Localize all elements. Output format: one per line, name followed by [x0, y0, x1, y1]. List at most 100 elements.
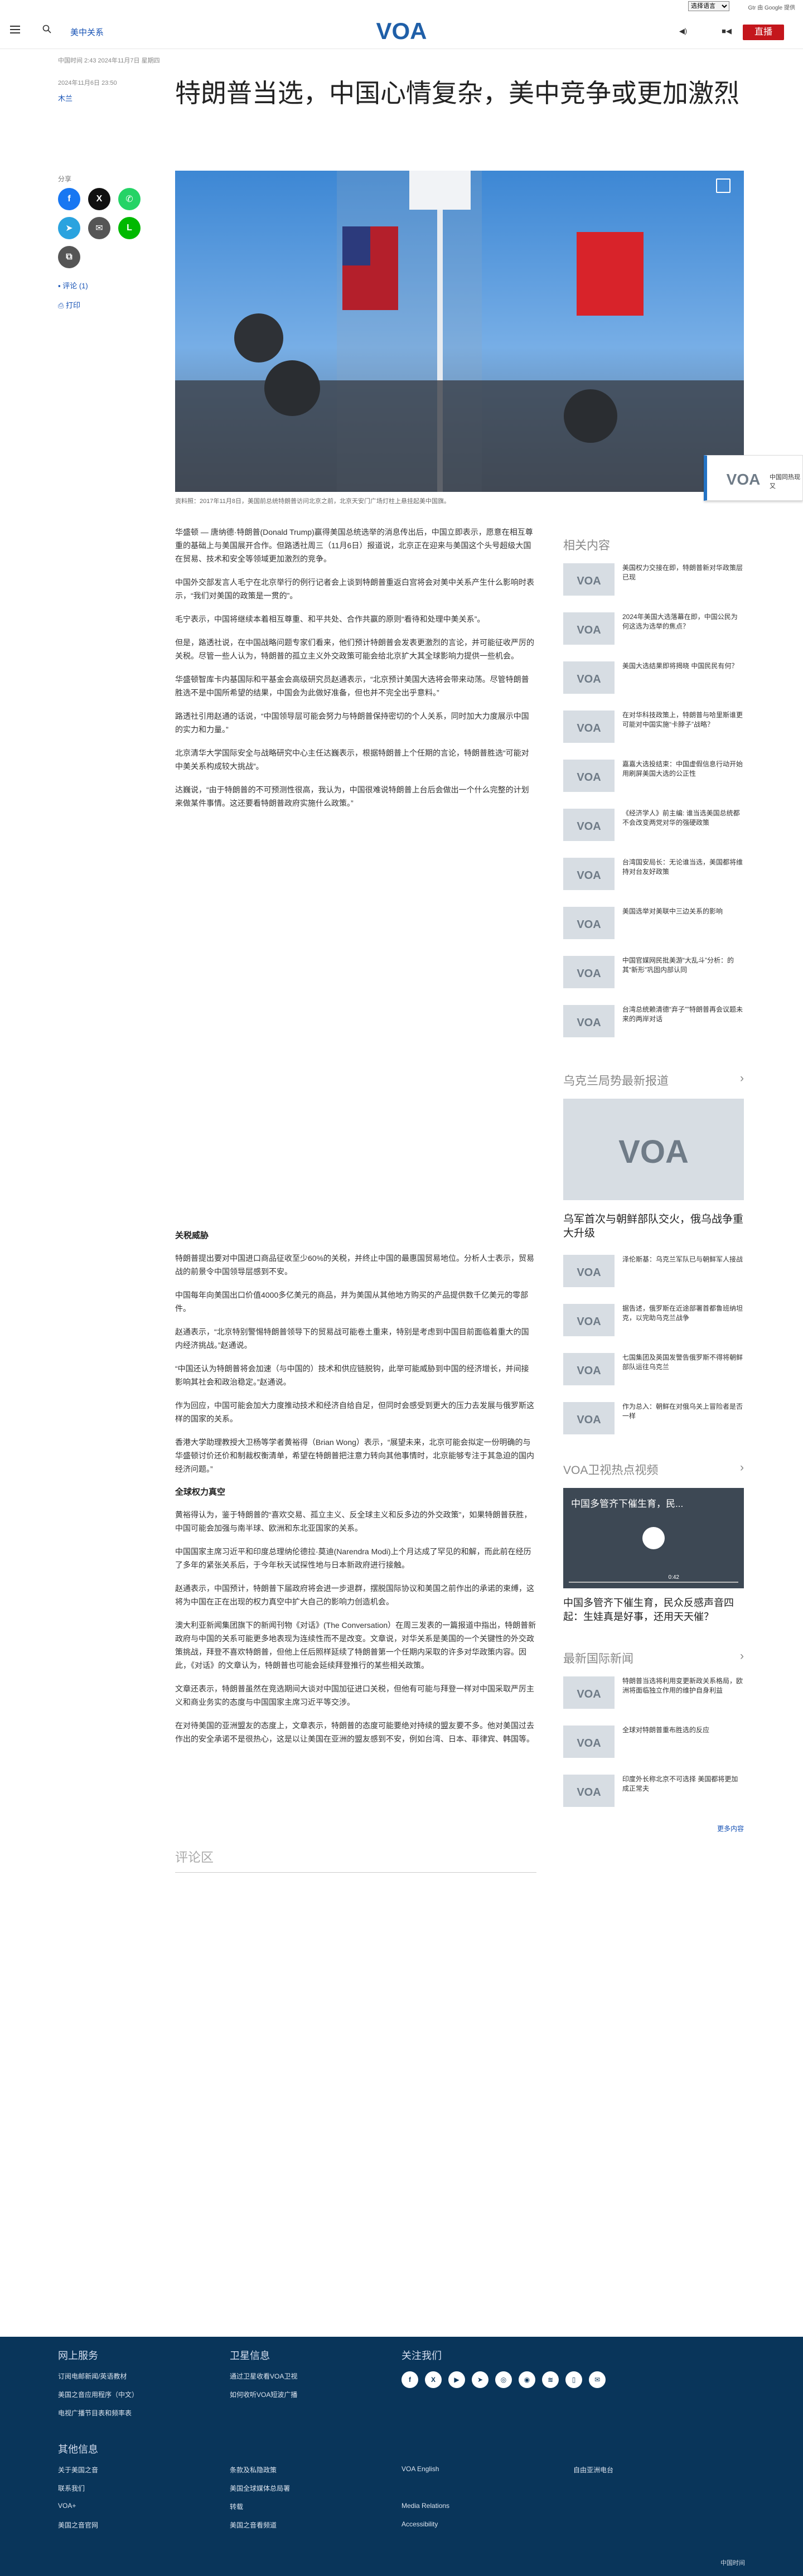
thumbnail[interactable]: VOA: [563, 760, 615, 792]
rail-list-item[interactable]: VOA 七国集团及英国发警告俄罗斯不得将朝鲜部队运往乌克兰: [563, 1353, 744, 1385]
whatsapp-icon[interactable]: ✆: [118, 188, 141, 210]
video-player[interactable]: 中国多管齐下催生育，民... 0:42: [563, 1488, 744, 1588]
rail-item-title[interactable]: 印度外长称北京不可选择 美国都将更加成正常夫: [622, 1775, 744, 1807]
rail-list-item[interactable]: VOA 《经济学人》前主编: 谁当选美国总统都不会改变两党对华的强硬政策: [563, 809, 744, 841]
rail-list-item[interactable]: VOA 作为总入：朝鲜在对俄乌关上冒险者是否一样: [563, 1402, 744, 1434]
footer-link[interactable]: 美国之音应用程序（中文）: [58, 2390, 138, 2399]
instagram-icon[interactable]: ◎: [495, 2371, 512, 2388]
section-link[interactable]: 美中关系: [70, 26, 104, 38]
rail-list-item[interactable]: VOA 全球对特朗普重布胜选的反应: [563, 1726, 744, 1758]
thumbnail[interactable]: VOA: [563, 1726, 615, 1758]
rail-list-item[interactable]: VOA 泽伦斯基：乌克兰军队已与朝鲜军人接战: [563, 1255, 744, 1287]
youtube-icon[interactable]: ▶: [448, 2371, 465, 2388]
facebook-icon[interactable]: f: [402, 2371, 418, 2388]
rail-item-title[interactable]: 美国权力交接在即，特朗普新对华政策层已现: [622, 563, 744, 596]
rail-item-title[interactable]: 据告述，俄罗斯在近途部署首都鲁班纳坦克，以完助乌克兰战争: [622, 1304, 744, 1336]
footer-link[interactable]: 联系我们: [58, 2483, 230, 2493]
footer-link[interactable]: VOA+: [58, 2502, 230, 2511]
x-twitter-icon[interactable]: X: [88, 188, 110, 210]
ukraine-big-thumb[interactable]: VOA: [563, 1099, 744, 1200]
footer-link[interactable]: VOA English: [402, 2465, 573, 2474]
live-button[interactable]: 直播: [743, 25, 784, 40]
rail-list-item[interactable]: VOA 2024年美国大选落幕在即，中国公民为何这选为选举的焦点？: [563, 612, 744, 645]
rail-item-title[interactable]: 作为总入：朝鲜在对俄乌关上冒险者是否一样: [622, 1402, 744, 1434]
rail-list-item[interactable]: VOA 嘉嘉大选投结束：中国虚假信息行动开始用刷屏美国大选的公正性: [563, 760, 744, 792]
podcast-icon[interactable]: ◉: [519, 2371, 535, 2388]
rail-item-title[interactable]: 泽伦斯基：乌克兰军队已与朝鲜军人接战: [622, 1255, 743, 1287]
footer-link[interactable]: 关于美国之音: [58, 2465, 230, 2474]
footer-link[interactable]: [573, 2483, 745, 2493]
thumbnail[interactable]: VOA: [563, 1255, 615, 1287]
rail-list-item[interactable]: VOA 台湾总统赖清德“弃子””特朗普再会议题未来的两岸对话: [563, 1005, 744, 1037]
thumbnail[interactable]: VOA: [563, 1005, 615, 1037]
voa-logo[interactable]: VOA: [373, 17, 430, 45]
thumbnail[interactable]: VOA: [563, 809, 615, 841]
footer-link[interactable]: 订阅电邮新闻/英语教材: [58, 2371, 138, 2381]
footer-link[interactable]: 通过卫星收看VOA卫视: [230, 2371, 297, 2381]
rail-item-title[interactable]: 台湾国安局长：无论谁当选，美国都将维持对台友好政策: [622, 858, 744, 890]
footer-link[interactable]: [573, 2520, 745, 2530]
rss-icon[interactable]: ≋: [542, 2371, 559, 2388]
rail-item-title[interactable]: 美国大选结果即将揭晓 中国民民有何？: [622, 661, 738, 694]
rail-list-item[interactable]: VOA 在对华科技政策上，特朗普与哈里斯谁更可能对中国实施“卡脖子”战略？: [563, 711, 744, 743]
footer-link[interactable]: [402, 2483, 573, 2493]
thumbnail[interactable]: VOA: [563, 661, 615, 694]
mobile-icon[interactable]: ▯: [565, 2371, 582, 2388]
rail-item-title[interactable]: 2024年美国大选落幕在即，中国公民为何这选为选举的焦点？: [622, 612, 744, 645]
intl-heading[interactable]: 最新国际新闻 ›: [563, 1650, 744, 1666]
rail-item-title[interactable]: 美国选举对美联中三边关系的影响: [622, 907, 723, 939]
footer-link[interactable]: 美国全球媒体总局署: [230, 2483, 402, 2493]
footer-link[interactable]: 自由亚洲电台: [573, 2465, 745, 2474]
email-icon[interactable]: ✉: [88, 217, 110, 239]
line-icon[interactable]: L: [118, 217, 141, 239]
play-icon[interactable]: [642, 1527, 665, 1549]
x-twitter-icon[interactable]: X: [425, 2371, 442, 2388]
rail-list-item[interactable]: VOA 印度外长称北京不可选择 美国都将更加成正常夫: [563, 1775, 744, 1807]
rail-item-title[interactable]: 特朗普当选将利用变更新政关系格局，欧洲将面临独立作用的维护自身利益: [622, 1676, 744, 1709]
author-link[interactable]: 木兰: [58, 93, 72, 103]
footer-link[interactable]: Media Relations: [402, 2502, 573, 2511]
rail-list-item[interactable]: VOA 据告述，俄罗斯在近途部署首都鲁班纳坦克，以完助乌克兰战争: [563, 1304, 744, 1336]
email-icon[interactable]: ✉: [589, 2371, 606, 2388]
rail-item-title[interactable]: 台湾总统赖清德“弃子””特朗普再会议题未来的两岸对话: [622, 1005, 744, 1037]
rail-list-item[interactable]: VOA 美国大选结果即将揭晓 中国民民有何？: [563, 661, 744, 694]
footer-link[interactable]: 如何收听VOA短波广播: [230, 2390, 297, 2399]
telegram-icon[interactable]: ➤: [58, 217, 80, 239]
footer-link[interactable]: 条款及私隐政策: [230, 2465, 402, 2474]
rail-list-item[interactable]: VOA 美国选举对美联中三边关系的影响: [563, 907, 744, 939]
thumbnail[interactable]: VOA: [563, 858, 615, 890]
thumbnail[interactable]: VOA: [563, 711, 615, 743]
rail-item-title[interactable]: 在对华科技政策上，特朗普与哈里斯谁更可能对中国实施“卡脖子”战略？: [622, 711, 744, 743]
video-caption[interactable]: 中国多管齐下催生育，民众反感声音四起：生娃真是好事，还用天天催？: [563, 1596, 744, 1624]
footer-link[interactable]: 电视广播节目表和频率表: [58, 2408, 138, 2418]
telegram-icon[interactable]: ➤: [472, 2371, 488, 2388]
footer-link[interactable]: 美国之音看频道: [230, 2520, 402, 2530]
thumbnail[interactable]: VOA: [563, 1402, 615, 1434]
rail-list-item[interactable]: VOA 台湾国安局长：无论谁当选，美国都将维持对台友好政策: [563, 858, 744, 890]
comment-link[interactable]: ▪ 评论 (1): [58, 280, 88, 291]
rail-item-title[interactable]: 七国集团及英国发警告俄罗斯不得将朝鲜部队运往乌克兰: [622, 1353, 744, 1385]
thumbnail[interactable]: VOA: [563, 956, 615, 988]
thumbnail[interactable]: VOA: [563, 1676, 615, 1709]
thumbnail[interactable]: VOA: [563, 907, 615, 939]
rail-item-title[interactable]: 《经济学人》前主编: 谁当选美国总统都不会改变两党对华的强硬政策: [622, 809, 744, 841]
video-progress[interactable]: [569, 1582, 738, 1583]
thumbnail[interactable]: VOA: [563, 1304, 615, 1336]
rail-list-item[interactable]: VOA 美国权力交接在即，特朗普新对华政策层已现: [563, 563, 744, 596]
thumbnail[interactable]: VOA: [563, 1775, 615, 1807]
footer-link[interactable]: [573, 2502, 745, 2511]
ukraine-heading[interactable]: 乌克兰局势最新报道 ›: [563, 1072, 744, 1089]
rail-list-item[interactable]: VOA 特朗普当选将利用变更新政关系格局，欧洲将面临独立作用的维护自身利益: [563, 1676, 744, 1709]
copy-link-icon[interactable]: ⧉: [58, 246, 80, 268]
thumbnail[interactable]: VOA: [563, 612, 615, 645]
footer-link[interactable]: Accessibility: [402, 2520, 573, 2530]
expand-icon[interactable]: [716, 178, 731, 193]
sticky-video-card[interactable]: VOA 中国同热现又: [704, 455, 803, 501]
audio-icon[interactable]: ◀): [679, 27, 687, 36]
rail-list-item[interactable]: VOA 中国官媒网民批美游“大乱斗”分析：的其“新形”巩固内部认同: [563, 956, 744, 988]
facebook-icon[interactable]: f: [58, 188, 80, 210]
thumbnail[interactable]: VOA: [563, 563, 615, 596]
more-link[interactable]: 更多内容: [563, 1824, 744, 1833]
thumbnail[interactable]: VOA: [563, 1353, 615, 1385]
video-icon[interactable]: ■◀: [722, 27, 732, 36]
